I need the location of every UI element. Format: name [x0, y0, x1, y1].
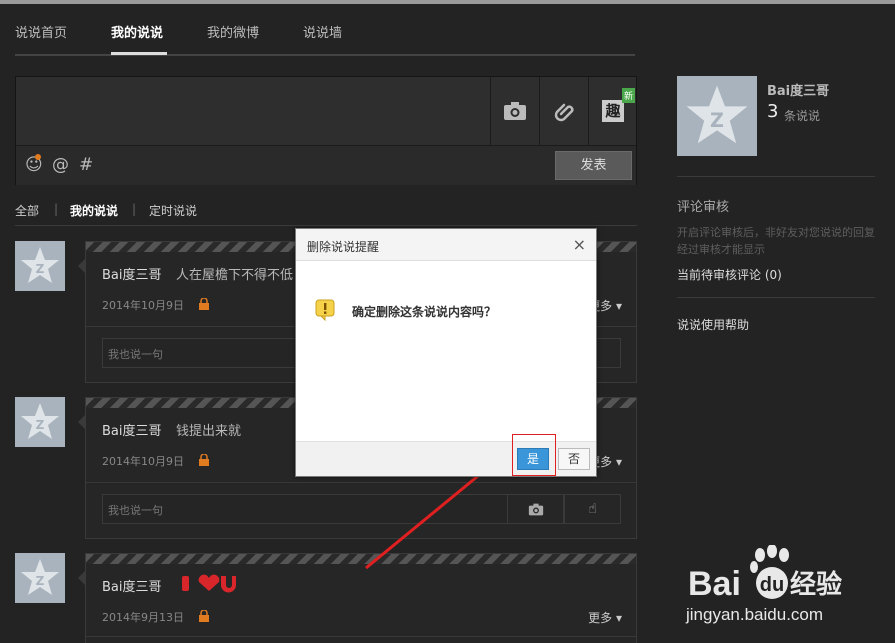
baidu-jingyan-watermark: Bai du 经验	[688, 544, 878, 640]
post-date: 2014年10月9日	[102, 299, 184, 312]
help-link[interactable]: 说说使用帮助	[677, 316, 749, 333]
close-icon[interactable]: ×	[573, 235, 586, 254]
fun-button[interactable]: 趣 新	[588, 77, 637, 145]
dialog-header: 删除说说提醒 ×	[296, 229, 596, 261]
thumb-icon: ☝	[588, 501, 597, 517]
post-avatar[interactable]: Z	[15, 397, 65, 447]
nav-my-weibo[interactable]: 我的微博	[207, 22, 259, 41]
qzone-star-icon: Z	[686, 85, 748, 144]
nav-my-posts[interactable]: 我的说说	[111, 22, 163, 41]
filter-my-posts[interactable]: 我的说说	[70, 202, 118, 219]
watermark-url: jingyan.baidu.com	[686, 605, 824, 624]
camera-icon	[504, 102, 526, 120]
like-button[interactable]: ☝	[564, 494, 621, 524]
profile-name[interactable]: Bai度三哥	[767, 80, 829, 99]
publish-button[interactable]: 发表	[555, 151, 632, 180]
review-description: 开启评论审核后，非好友对您说说的回复经过审核才能显示	[677, 226, 875, 256]
post-avatar[interactable]: Z	[15, 553, 65, 603]
camera-icon	[528, 503, 543, 515]
fun-icon: 趣	[602, 100, 624, 122]
filter-scheduled[interactable]: 定时说说	[149, 202, 197, 219]
post-content: 钱提出来就	[176, 424, 242, 439]
warning-icon	[315, 299, 335, 321]
sidebar-divider	[677, 297, 875, 298]
composer-textarea[interactable]	[16, 77, 490, 145]
nav-home[interactable]: 说说首页	[15, 22, 67, 41]
i-love-u-emoji	[181, 574, 237, 598]
svg-text:Bai: Bai	[688, 565, 741, 603]
post-date: 2014年9月13日	[102, 611, 184, 624]
qzone-star-icon: Z	[21, 403, 59, 439]
confirm-no-button[interactable]: 否	[558, 448, 590, 470]
post-filters: 全部 | 我的说说 | 定时说说	[15, 200, 637, 226]
post-author[interactable]: Bai度三哥	[102, 420, 162, 439]
composer: 趣 新 ☺ @ # 发表	[15, 76, 637, 185]
filter-divider: |	[54, 202, 59, 216]
at-icon[interactable]: @	[52, 155, 69, 175]
svg-text:Z: Z	[710, 109, 724, 132]
post-count: 3	[767, 101, 779, 122]
speech-tail	[78, 258, 86, 274]
lock-icon	[199, 610, 209, 622]
lock-icon	[199, 454, 209, 466]
post-avatar[interactable]: Z	[15, 241, 65, 291]
post-content: 人在屋檐下不得不低	[176, 268, 294, 283]
confirm-yes-button[interactable]: 是	[517, 448, 549, 470]
nav-post-wall[interactable]: 说说墙	[303, 22, 342, 41]
emoji-icon[interactable]: ☺	[25, 154, 43, 175]
delete-confirm-dialog: 删除说说提醒 × 确定删除这条说说内容吗？ 是 否	[295, 228, 597, 477]
dialog-footer: 是 否	[296, 441, 596, 476]
link-icon	[554, 103, 574, 122]
sidebar-divider	[677, 176, 875, 177]
speech-tail	[78, 570, 86, 586]
post-count-label: 条说说	[784, 109, 821, 123]
pending-review-link[interactable]: 当前待审核评论 (0)	[677, 266, 782, 283]
speech-tail	[78, 414, 86, 430]
filter-divider: |	[132, 202, 137, 216]
dialog-title: 删除说说提醒	[307, 240, 380, 254]
filter-all[interactable]: 全部	[15, 202, 39, 219]
review-heading: 评论审核	[677, 200, 730, 215]
camera-button[interactable]	[490, 77, 539, 145]
nav-active-underline	[111, 52, 167, 55]
svg-text:Z: Z	[36, 262, 45, 276]
link-button[interactable]	[539, 77, 588, 145]
post-author[interactable]: Bai度三哥	[102, 576, 162, 595]
main-nav: 说说首页 我的说说 我的微博 说说墙	[15, 4, 635, 56]
dialog-message: 确定删除这条说说内容吗？	[352, 305, 497, 319]
composer-toolbar: ☺ @ # 发表	[16, 145, 636, 185]
lock-icon	[199, 298, 209, 310]
svg-text:Z: Z	[36, 574, 45, 588]
more-menu[interactable]: 更多 ▾	[588, 609, 622, 626]
love-emoji-icon	[182, 574, 236, 593]
new-badge: 新	[621, 88, 635, 103]
baidu-paw-logo: Bai du 经验	[688, 544, 842, 603]
svg-text:du: du	[760, 574, 784, 596]
svg-text:经验: 经验	[790, 569, 842, 600]
post-divider	[86, 636, 636, 637]
qzone-star-icon: Z	[21, 247, 59, 283]
post-author[interactable]: Bai度三哥	[102, 264, 162, 283]
profile-avatar[interactable]: Z	[677, 76, 757, 156]
post-date: 2014年10月9日	[102, 455, 184, 468]
hashtag-icon[interactable]: #	[79, 155, 93, 175]
svg-text:Z: Z	[36, 418, 45, 432]
qzone-star-icon: Z	[21, 559, 59, 595]
